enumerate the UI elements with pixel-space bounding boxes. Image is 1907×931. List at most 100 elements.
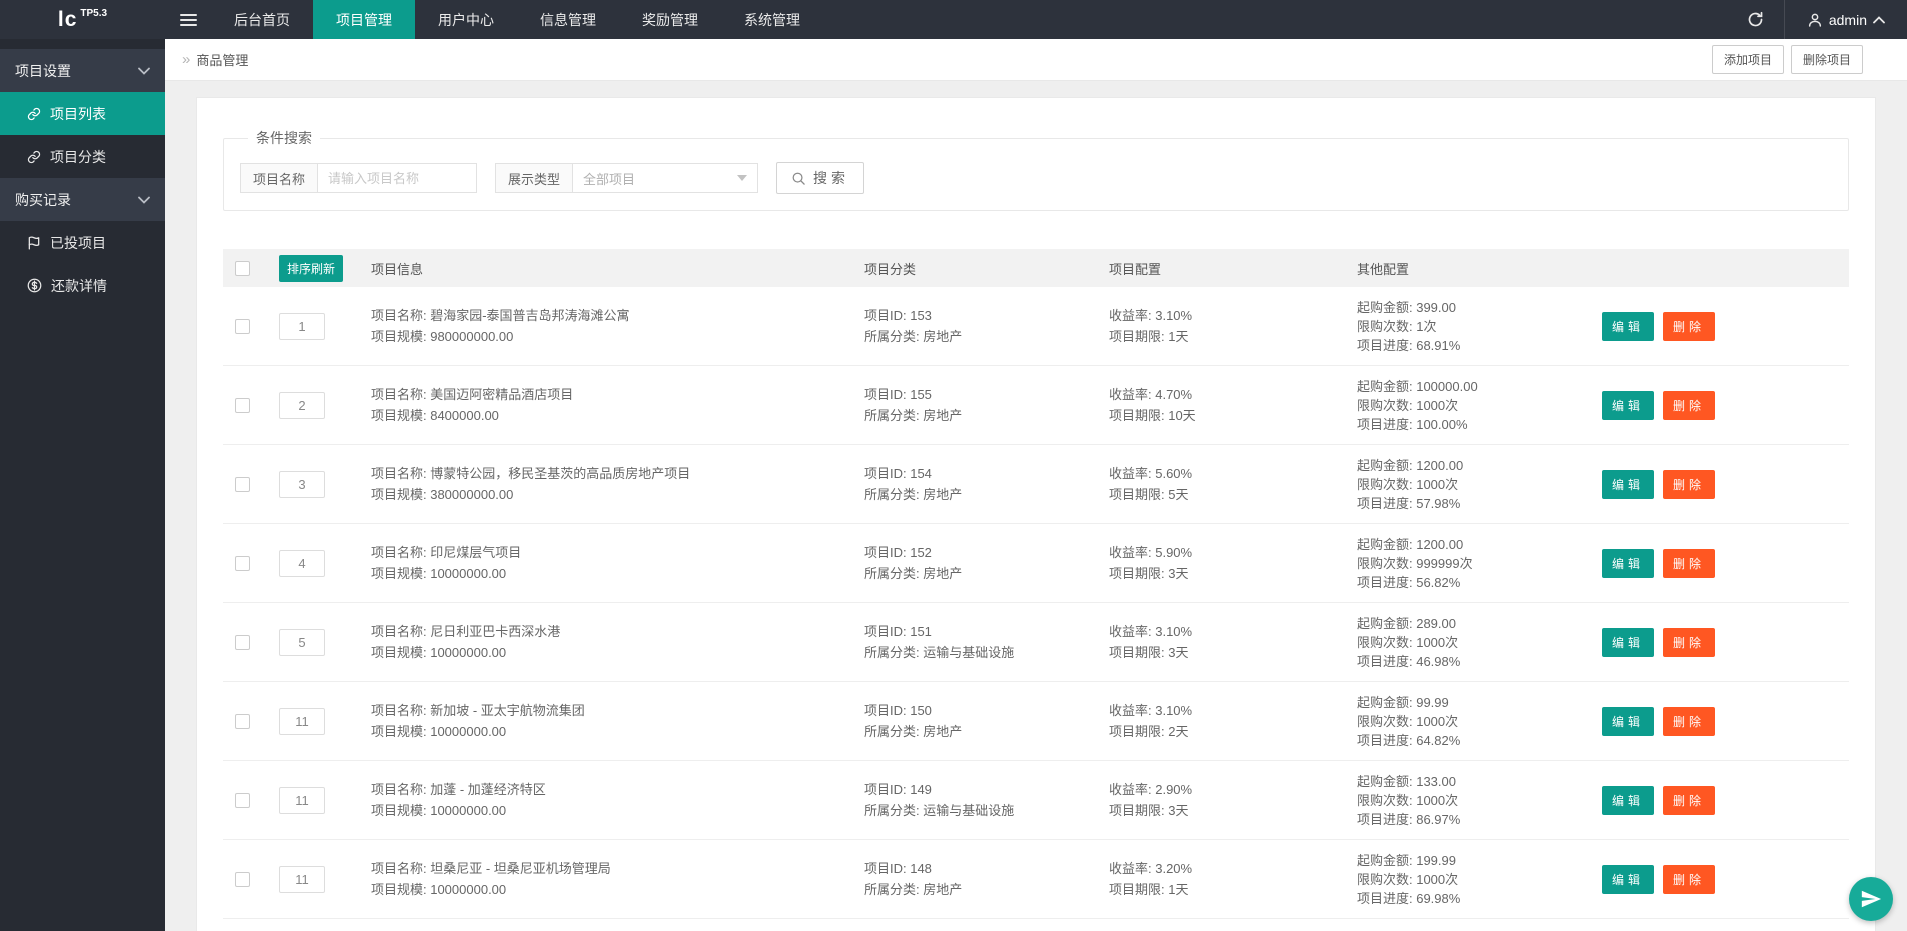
project-name-line: 项目名称: 碧海家园-泰国普吉岛邦涛海滩公寓 (371, 305, 864, 326)
row-checkbox[interactable] (235, 635, 250, 650)
paper-plane-icon (1860, 888, 1882, 910)
sidebar-group-purchase-records[interactable]: 购买记录 (0, 178, 165, 221)
sort-order-input[interactable] (279, 313, 325, 340)
row-checkbox[interactable] (235, 477, 250, 492)
sidebar-group-project-settings[interactable]: 项目设置 (0, 49, 165, 92)
delete-button[interactable]: 删除 (1663, 786, 1715, 815)
column-header-category: 项目分类 (864, 259, 1109, 278)
row-checkbox[interactable] (235, 872, 250, 887)
sidebar-toggle-button[interactable] (165, 0, 211, 39)
nav-item-project-management[interactable]: 项目管理 (313, 0, 415, 39)
row-checkbox[interactable] (235, 398, 250, 413)
row-checkbox[interactable] (235, 319, 250, 334)
edit-button[interactable]: 编辑 (1602, 865, 1654, 894)
project-id-line: 项目ID: 150 (864, 700, 1109, 721)
sort-order-input[interactable] (279, 550, 325, 577)
delete-button[interactable]: 删除 (1663, 312, 1715, 341)
sidebar-group-label: 项目设置 (15, 61, 71, 81)
edit-button[interactable]: 编辑 (1602, 786, 1654, 815)
nav-item-system-management[interactable]: 系统管理 (721, 0, 823, 39)
nav-item-reward-management[interactable]: 奖励管理 (619, 0, 721, 39)
flag-icon (27, 236, 41, 250)
chevron-down-icon (138, 67, 150, 75)
row-checkbox[interactable] (235, 714, 250, 729)
progress-line: 项目进度: 86.97% (1357, 810, 1602, 829)
row-checkbox[interactable] (235, 556, 250, 571)
nav-item-home[interactable]: 后台首页 (211, 0, 313, 39)
edit-button[interactable]: 编辑 (1602, 470, 1654, 499)
delete-button[interactable]: 删除 (1663, 865, 1715, 894)
project-scale-line: 项目规模: 10000000.00 (371, 642, 864, 663)
column-header-other: 其他配置 (1357, 259, 1602, 278)
project-info-cell: 项目名称: 博蒙特公园，移民圣基茨的高品质房地产项目 项目规模: 3800000… (371, 463, 864, 505)
edit-button[interactable]: 编辑 (1602, 391, 1654, 420)
sidebar: 项目设置 项目列表 项目分类 购买记录 已投项目 还款详情 (0, 39, 165, 931)
project-name-input[interactable] (317, 163, 477, 193)
user-menu[interactable]: admin (1785, 0, 1907, 39)
table-row: 项目名称: 碧海家园-泰国普吉岛邦涛海滩公寓 项目规模: 980000000.0… (223, 287, 1849, 366)
delete-project-button[interactable]: 删除项目 (1791, 45, 1863, 74)
project-category-line: 所属分类: 运输与基础设施 (864, 800, 1109, 821)
sidebar-item-label: 项目分类 (50, 147, 106, 167)
project-name-line: 项目名称: 加蓬 - 加蓬经济特区 (371, 779, 864, 800)
add-project-button[interactable]: 添加项目 (1712, 45, 1784, 74)
min-amount-line: 起购金额: 399.00 (1357, 298, 1602, 317)
sort-order-input[interactable] (279, 787, 325, 814)
project-info-cell: 项目名称: 美国迈阿密精品酒店项目 项目规模: 8400000.00 (371, 384, 864, 426)
duration-line: 项目期限: 1天 (1109, 326, 1357, 347)
rate-line: 收益率: 3.10% (1109, 621, 1357, 642)
top-navbar: lc TP5.3 后台首页 项目管理 用户中心 信息管理 奖励管理 系统管理 a… (0, 0, 1907, 39)
refresh-icon (1747, 11, 1764, 28)
sidebar-item-repayment-details[interactable]: 还款详情 (0, 264, 165, 307)
project-category-cell: 项目ID: 150 所属分类: 房地产 (864, 700, 1109, 742)
limit-times-line: 限购次数: 1000次 (1357, 396, 1602, 415)
select-all-checkbox[interactable] (235, 261, 250, 276)
project-info-cell: 项目名称: 印尼煤层气项目 项目规模: 10000000.00 (371, 542, 864, 584)
nav-item-info-management[interactable]: 信息管理 (517, 0, 619, 39)
sidebar-item-label: 还款详情 (51, 276, 107, 296)
sort-order-input[interactable] (279, 471, 325, 498)
search-button[interactable]: 搜索 (776, 162, 864, 194)
duration-line: 项目期限: 10天 (1109, 405, 1357, 426)
project-category-line: 所属分类: 房地产 (864, 484, 1109, 505)
delete-button[interactable]: 删除 (1663, 470, 1715, 499)
rate-line: 收益率: 2.90% (1109, 779, 1357, 800)
floating-action-button[interactable] (1849, 877, 1893, 921)
delete-button[interactable]: 删除 (1663, 391, 1715, 420)
project-category-cell: 项目ID: 151 所属分类: 运输与基础设施 (864, 621, 1109, 663)
project-category-cell: 项目ID: 152 所属分类: 房地产 (864, 542, 1109, 584)
delete-button[interactable]: 删除 (1663, 628, 1715, 657)
edit-button[interactable]: 编辑 (1602, 312, 1654, 341)
project-scale-line: 项目规模: 980000000.00 (371, 326, 864, 347)
edit-button[interactable]: 编辑 (1602, 628, 1654, 657)
delete-button[interactable]: 删除 (1663, 549, 1715, 578)
sidebar-item-invested-projects[interactable]: 已投项目 (0, 221, 165, 264)
project-id-line: 项目ID: 149 (864, 779, 1109, 800)
refresh-button[interactable] (1727, 0, 1784, 39)
table-row: 项目名称: 项目规模: 项目ID: 147 所属分类: 收益率: 项目期限: 起… (223, 919, 1849, 931)
user-icon (1807, 12, 1823, 28)
table-row: 项目名称: 美国迈阿密精品酒店项目 项目规模: 8400000.00 项目ID:… (223, 366, 1849, 445)
sort-order-input[interactable] (279, 866, 325, 893)
project-name-group: 项目名称 (240, 163, 477, 193)
edit-button[interactable]: 编辑 (1602, 707, 1654, 736)
project-name-line: 项目名称: 坦桑尼亚 - 坦桑尼亚机场管理局 (371, 858, 864, 879)
project-category-cell: 项目ID: 148 所属分类: 房地产 (864, 858, 1109, 900)
sort-refresh-button[interactable]: 排序刷新 (279, 255, 343, 282)
sort-order-input[interactable] (279, 392, 325, 419)
sidebar-item-project-category[interactable]: 项目分类 (0, 135, 165, 178)
edit-button[interactable]: 编辑 (1602, 549, 1654, 578)
project-id-line: 项目ID: 155 (864, 384, 1109, 405)
delete-button[interactable]: 删除 (1663, 707, 1715, 736)
sidebar-item-project-list[interactable]: 项目列表 (0, 92, 165, 135)
project-info-cell: 项目名称: 碧海家园-泰国普吉岛邦涛海滩公寓 项目规模: 980000000.0… (371, 305, 864, 347)
display-type-select[interactable]: 全部项目 (572, 163, 758, 193)
limit-times-line: 限购次数: 1000次 (1357, 475, 1602, 494)
row-checkbox[interactable] (235, 793, 250, 808)
search-icon (791, 171, 806, 186)
project-name-line: 项目名称: 美国迈阿密精品酒店项目 (371, 384, 864, 405)
sort-order-input[interactable] (279, 708, 325, 735)
sort-order-input[interactable] (279, 629, 325, 656)
project-scale-line: 项目规模: 380000000.00 (371, 484, 864, 505)
nav-item-user-center[interactable]: 用户中心 (415, 0, 517, 39)
